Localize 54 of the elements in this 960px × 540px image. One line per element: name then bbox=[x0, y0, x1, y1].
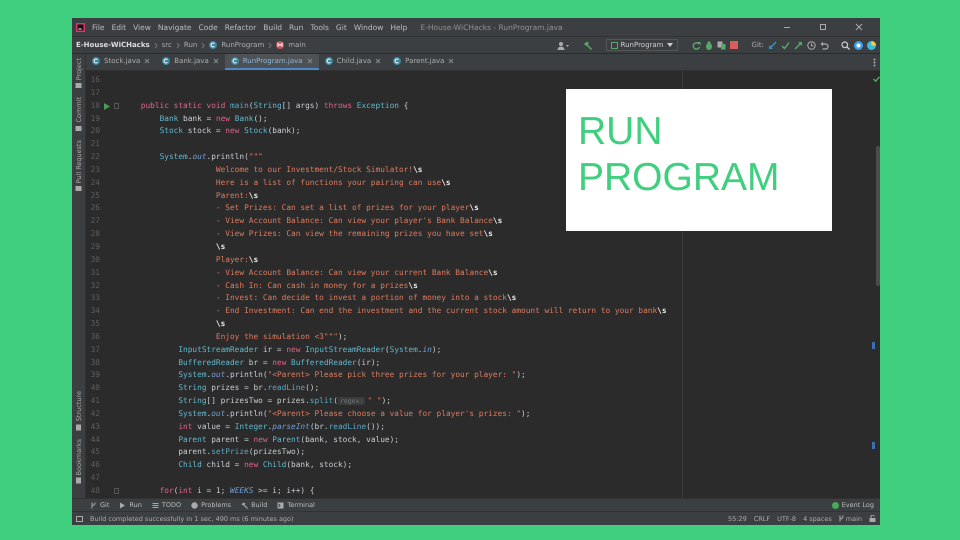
class-icon bbox=[393, 57, 402, 65]
undo-icon[interactable] bbox=[820, 40, 829, 50]
tab-close-icon[interactable] bbox=[306, 58, 313, 64]
event-log-icon bbox=[832, 502, 839, 508]
tool-window-icon bbox=[75, 477, 82, 484]
tab-close-icon[interactable] bbox=[144, 58, 150, 64]
search-icon[interactable] bbox=[841, 40, 850, 50]
push-icon[interactable] bbox=[794, 40, 803, 50]
method-icon bbox=[276, 41, 284, 49]
tool-window-icon bbox=[75, 185, 82, 192]
todo-icon bbox=[152, 502, 159, 508]
history-icon[interactable] bbox=[807, 40, 816, 50]
git-icon bbox=[90, 502, 97, 508]
class-icon bbox=[162, 57, 170, 65]
chevron-icon bbox=[154, 42, 158, 48]
more-options-icon[interactable] bbox=[873, 58, 876, 66]
tab-close-icon[interactable] bbox=[212, 58, 219, 64]
overlay-heading: RUN PROGRAM bbox=[578, 109, 780, 201]
panel-toggle-icon[interactable] bbox=[76, 516, 83, 522]
problems-icon bbox=[191, 502, 198, 508]
run-icon bbox=[119, 502, 126, 508]
tab-close-icon[interactable] bbox=[375, 58, 382, 64]
update-icon[interactable] bbox=[768, 40, 777, 50]
commit-check-icon[interactable] bbox=[781, 40, 790, 50]
app-logo-icon bbox=[76, 22, 85, 32]
chevron-icon bbox=[176, 42, 180, 48]
tool-window-icon bbox=[75, 124, 82, 132]
branch-icon bbox=[838, 515, 844, 522]
tool-window-icon bbox=[75, 82, 82, 90]
change-marker bbox=[872, 342, 875, 349]
class-icon bbox=[209, 41, 218, 49]
change-marker bbox=[872, 442, 875, 449]
chevron-icon bbox=[201, 42, 206, 48]
tab-close-icon[interactable] bbox=[448, 58, 454, 64]
run-icon[interactable] bbox=[104, 102, 110, 110]
check-icon bbox=[873, 76, 880, 82]
maximize-icon[interactable] bbox=[819, 23, 827, 31]
rerun-icon[interactable] bbox=[692, 40, 701, 50]
build-icon bbox=[241, 502, 248, 508]
class-icon bbox=[230, 57, 239, 65]
scrollbar-thumb[interactable] bbox=[876, 146, 880, 286]
caret-icon bbox=[666, 43, 673, 47]
terminal-icon bbox=[277, 502, 284, 508]
close-icon[interactable] bbox=[855, 23, 863, 31]
stop-icon[interactable] bbox=[730, 41, 738, 49]
hammer-icon[interactable] bbox=[582, 40, 592, 50]
fold-icon[interactable] bbox=[114, 102, 119, 109]
fold-icon[interactable] bbox=[114, 488, 119, 494]
class-icon bbox=[324, 57, 333, 65]
class-icon bbox=[92, 57, 100, 65]
tool-window-icon bbox=[75, 424, 82, 431]
lock-icon[interactable] bbox=[869, 515, 876, 522]
user-icon[interactable] bbox=[556, 40, 569, 50]
chevron-icon bbox=[268, 42, 272, 48]
